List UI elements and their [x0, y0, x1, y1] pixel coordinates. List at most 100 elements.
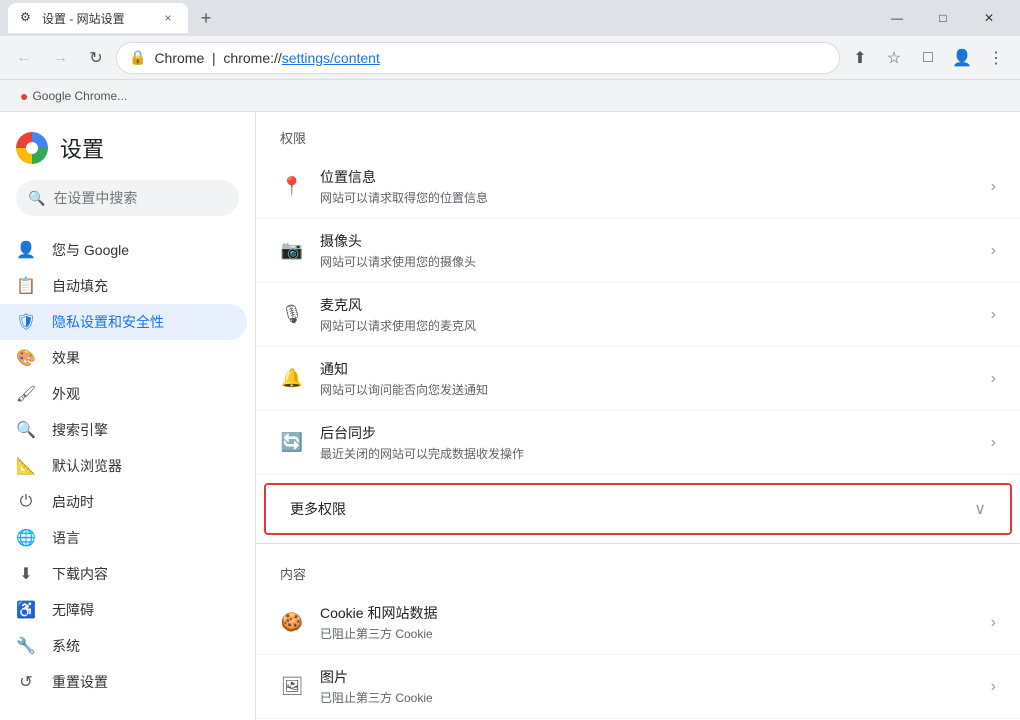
permission-item-microphone[interactable]: 🎙 麦克风 网站可以请求使用您的麦克风 ›: [256, 283, 1020, 347]
perm-desc-background-sync: 最近关闭的网站可以完成数据收发操作: [320, 445, 975, 462]
permission-item-location[interactable]: 📍 位置信息 网站可以请求取得您的位置信息 ›: [256, 155, 1020, 219]
perm-chevron-microphone: ›: [991, 306, 996, 324]
content-item-cookies[interactable]: 🍪 Cookie 和网站数据 已阻止第三方 Cookie ›: [256, 591, 1020, 655]
perm-desc-notification: 网站可以询问能否向您发送通知: [320, 381, 975, 398]
content-icon-cookies: 🍪: [280, 611, 304, 635]
content-area: 权限 📍 位置信息 网站可以请求取得您的位置信息 › 📷 摄像头 网站可以请求使…: [256, 112, 1020, 720]
more-permissions-chevron: ∨: [974, 499, 986, 519]
sidebar-item-download[interactable]: ⬇ 下载内容: [0, 556, 247, 592]
content-chevron-images: ›: [991, 678, 996, 696]
nav-label-privacy: 隐私设置和安全性: [52, 312, 164, 332]
sidebar-item-system[interactable]: 🔧 系统: [0, 628, 247, 664]
perm-text-location: 位置信息 网站可以请求取得您的位置信息: [320, 167, 975, 206]
chrome-logo: [16, 132, 48, 164]
permissions-list: 📍 位置信息 网站可以请求取得您的位置信息 › 📷 摄像头 网站可以请求使用您的…: [256, 155, 1020, 475]
navbar: ← → ↻ 🔒 Chrome | chrome://settings/conte…: [0, 36, 1020, 80]
nav-icon-google: 👤: [16, 240, 36, 260]
perm-desc-camera: 网站可以请求使用您的摄像头: [320, 253, 975, 270]
nav-icon-system: 🔧: [16, 636, 36, 656]
content-items-list: 🍪 Cookie 和网站数据 已阻止第三方 Cookie › 🖼 图片 已阻止第…: [256, 591, 1020, 719]
perm-icon-background-sync: 🔄: [280, 431, 304, 455]
nav-label-search: 搜索引擎: [52, 420, 108, 440]
sidebar: 设置 🔍 👤 您与 Google 📋 自动填充 🛡 隐私设置和安全性 🎨 效果 …: [0, 112, 256, 720]
chrome-favicon: ●: [20, 88, 28, 104]
content-title-images: 图片: [320, 667, 975, 687]
perm-text-notification: 通知 网站可以询问能否向您发送通知: [320, 359, 975, 398]
forward-button[interactable]: →: [44, 42, 76, 74]
tab-close-button[interactable]: ×: [160, 10, 176, 26]
permission-item-camera[interactable]: 📷 摄像头 网站可以请求使用您的摄像头 ›: [256, 219, 1020, 283]
nav-icon-startup: ⏻: [16, 492, 36, 512]
sidebar-item-startup[interactable]: ⏻ 启动时: [0, 484, 247, 520]
nav-icon-appearance: 🎨: [16, 348, 36, 368]
content-desc-images: 已阻止第三方 Cookie: [320, 689, 975, 706]
nav-icon-search: 🔍: [16, 420, 36, 440]
nav-label-browser: 默认浏览器: [52, 456, 122, 476]
close-button[interactable]: ✕: [966, 0, 1012, 36]
content-item-images[interactable]: 🖼 图片 已阻止第三方 Cookie ›: [256, 655, 1020, 719]
permission-item-notification[interactable]: 🔔 通知 网站可以询问能否向您发送通知 ›: [256, 347, 1020, 411]
profile-button[interactable]: 👤: [946, 42, 978, 74]
sidebar-item-language[interactable]: 🌐 语言: [0, 520, 247, 556]
content-text-cookies: Cookie 和网站数据 已阻止第三方 Cookie: [320, 603, 975, 642]
nav-label-theme: 外观: [52, 384, 80, 404]
minimize-button[interactable]: —: [874, 0, 920, 36]
more-permissions-label: 更多权限: [290, 499, 974, 519]
sidebar-header: 设置: [0, 112, 255, 180]
perm-text-microphone: 麦克风 网站可以请求使用您的麦克风: [320, 295, 975, 334]
perm-title-microphone: 麦克风: [320, 295, 975, 315]
search-input[interactable]: [53, 190, 227, 206]
nav-actions: ⬆ ☆ □ 👤 ⋮: [844, 42, 1012, 74]
perm-title-location: 位置信息: [320, 167, 975, 187]
maximize-button[interactable]: □: [920, 0, 966, 36]
sidebar-item-google[interactable]: 👤 您与 Google: [0, 232, 247, 268]
address-bar[interactable]: 🔒 Chrome | chrome://settings/content: [116, 42, 840, 74]
new-tab-button[interactable]: +: [192, 4, 220, 32]
nav-icon-accessibility: ♿: [16, 600, 36, 620]
perm-text-background-sync: 后台同步 最近关闭的网站可以完成数据收发操作: [320, 423, 975, 462]
permission-item-background-sync[interactable]: 🔄 后台同步 最近关闭的网站可以完成数据收发操作 ›: [256, 411, 1020, 475]
reload-button[interactable]: ↻: [80, 42, 112, 74]
content-chevron-cookies: ›: [991, 614, 996, 632]
sidebar-item-accessibility[interactable]: ♿ 无障碍: [0, 592, 247, 628]
section-divider: [256, 543, 1020, 544]
nav-icon-privacy: 🛡: [16, 312, 36, 332]
perm-icon-location: 📍: [280, 175, 304, 199]
nav-label-language: 语言: [52, 528, 80, 548]
nav-label-system: 系统: [52, 636, 80, 656]
sidebar-item-reset[interactable]: ↺ 重置设置: [0, 664, 247, 700]
bookmarks-bar: ● Google Chrome...: [0, 80, 1020, 112]
extensions-button[interactable]: □: [912, 42, 944, 74]
perm-chevron-background-sync: ›: [991, 434, 996, 452]
tab-favicon: ⚙: [20, 10, 36, 26]
nav-icon-browser: 📐: [16, 456, 36, 476]
more-permissions-item[interactable]: 更多权限 ∨: [264, 483, 1012, 535]
perm-desc-location: 网站可以请求取得您的位置信息: [320, 189, 975, 206]
back-button[interactable]: ←: [8, 42, 40, 74]
search-icon: 🔍: [28, 190, 45, 207]
perm-icon-microphone: 🎙: [280, 303, 304, 327]
bookmark-item-google-chrome[interactable]: ● Google Chrome...: [12, 84, 135, 108]
sidebar-item-search[interactable]: 🔍 搜索引擎: [0, 412, 247, 448]
nav-label-accessibility: 无障碍: [52, 600, 94, 620]
nav-icon-download: ⬇: [16, 564, 36, 584]
nav-icon-theme: 🖌: [16, 384, 36, 404]
nav-label-google: 您与 Google: [52, 240, 129, 260]
content-title-cookies: Cookie 和网站数据: [320, 603, 975, 623]
nav-label-autofill: 自动填充: [52, 276, 108, 296]
sidebar-item-privacy[interactable]: 🛡 隐私设置和安全性: [0, 304, 247, 340]
nav-label-download: 下载内容: [52, 564, 108, 584]
bookmark-button[interactable]: ☆: [878, 42, 910, 74]
menu-button[interactable]: ⋮: [980, 42, 1012, 74]
sidebar-item-browser[interactable]: 📐 默认浏览器: [0, 448, 247, 484]
sidebar-item-autofill[interactable]: 📋 自动填充: [0, 268, 247, 304]
search-box[interactable]: 🔍: [16, 180, 239, 216]
permissions-section-label: 权限: [256, 112, 1020, 155]
active-tab[interactable]: ⚙ 设置 - 网站设置 ×: [8, 3, 188, 33]
content-icon-images: 🖼: [280, 675, 304, 699]
sidebar-item-appearance[interactable]: 🎨 效果: [0, 340, 247, 376]
sidebar-item-theme[interactable]: 🖌 外观: [0, 376, 247, 412]
share-button[interactable]: ⬆: [844, 42, 876, 74]
perm-desc-microphone: 网站可以请求使用您的麦克风: [320, 317, 975, 334]
nav-label-appearance: 效果: [52, 348, 80, 368]
